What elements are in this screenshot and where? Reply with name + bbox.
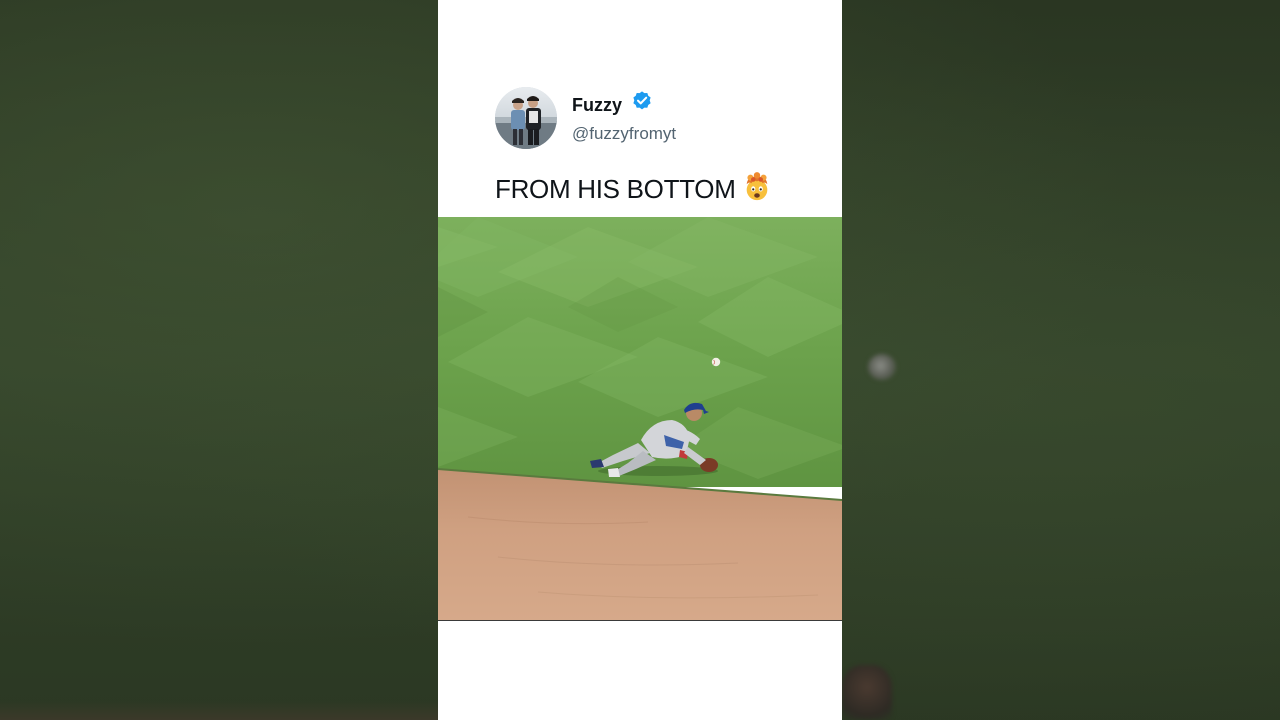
blurred-baseball xyxy=(868,354,896,380)
media-bottom-border xyxy=(438,620,842,621)
tweet-text: FROM HIS BOTTOM xyxy=(495,172,772,205)
blurred-dirt-strip xyxy=(0,700,440,720)
profile-photo-icon xyxy=(495,87,557,149)
baseball-play-video-frame xyxy=(438,217,842,621)
shorts-video-frame[interactable]: Fuzzy @fuzzyfromyt FROM HIS BOTTOM xyxy=(438,0,842,720)
tweet-author-header: Fuzzy @fuzzyfromyt xyxy=(495,87,825,149)
blurred-glove xyxy=(842,665,892,720)
exploding-head-emoji-icon xyxy=(746,172,767,201)
author-handle[interactable]: @fuzzyfromyt xyxy=(572,124,676,144)
avatar[interactable] xyxy=(495,87,557,149)
author-name[interactable]: Fuzzy xyxy=(572,95,622,116)
tweet-text-content: FROM HIS BOTTOM xyxy=(495,174,736,204)
tweet-video[interactable] xyxy=(438,217,842,621)
verified-badge-icon xyxy=(633,91,651,110)
